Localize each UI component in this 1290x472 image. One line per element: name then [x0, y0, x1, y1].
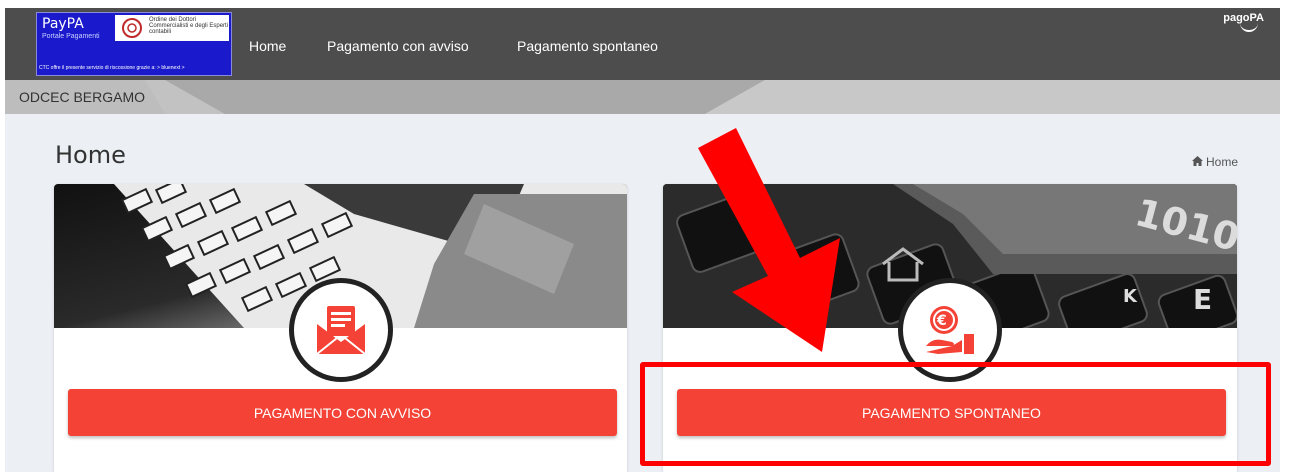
app-frame: PayPA Portale Pagamenti Ordine dei Dotto…: [5, 8, 1280, 472]
pagopa-swoosh-icon: [1240, 22, 1258, 32]
orgbar-decoration: [5, 80, 1280, 114]
hand-euro-coin-icon: €: [898, 278, 1002, 382]
page-title: Home: [55, 141, 126, 169]
logo-footer: CTC offre il presente servizio di riscos…: [39, 65, 185, 71]
envelope-document-icon: [288, 278, 393, 382]
nav-pagamento-con-avviso[interactable]: Pagamento con avviso: [327, 38, 469, 54]
pagamento-con-avviso-button[interactable]: PAGAMENTO CON AVVISO: [68, 389, 617, 436]
institution-badge: Ordine dei Dottori Commercialisti e degl…: [115, 15, 229, 41]
card-pagamento-con-avviso: PAGAMENTO CON AVVISO: [54, 184, 627, 472]
logo-title: PayPA: [42, 16, 84, 32]
card-pagamento-spontaneo: 1010 E K € PAGAMENTO SPONTANEO: [663, 184, 1237, 472]
svg-text:€: €: [936, 313, 947, 329]
org-bar: ODCEC BERGAMO: [5, 80, 1280, 114]
pagamento-spontaneo-button[interactable]: PAGAMENTO SPONTANEO: [677, 389, 1226, 436]
svg-text:E: E: [1193, 283, 1212, 316]
institution-seal-icon: [122, 18, 142, 38]
paypa-logo[interactable]: PayPA Portale Pagamenti Ordine dei Dotto…: [36, 12, 232, 76]
logo-subtitle: Portale Pagamenti: [42, 33, 100, 40]
institution-name: Ordine dei Dottori Commercialisti e degl…: [149, 17, 229, 35]
breadcrumb[interactable]: Home: [1191, 155, 1238, 169]
nav-home[interactable]: Home: [249, 38, 286, 54]
home-icon: [1191, 155, 1203, 169]
organization-name: ODCEC BERGAMO: [19, 89, 146, 105]
nav-pagamento-spontaneo[interactable]: Pagamento spontaneo: [517, 38, 658, 54]
breadcrumb-home-label: Home: [1205, 155, 1238, 169]
svg-text:K: K: [1123, 286, 1138, 307]
top-navbar: PayPA Portale Pagamenti Ordine dei Dotto…: [5, 8, 1280, 80]
